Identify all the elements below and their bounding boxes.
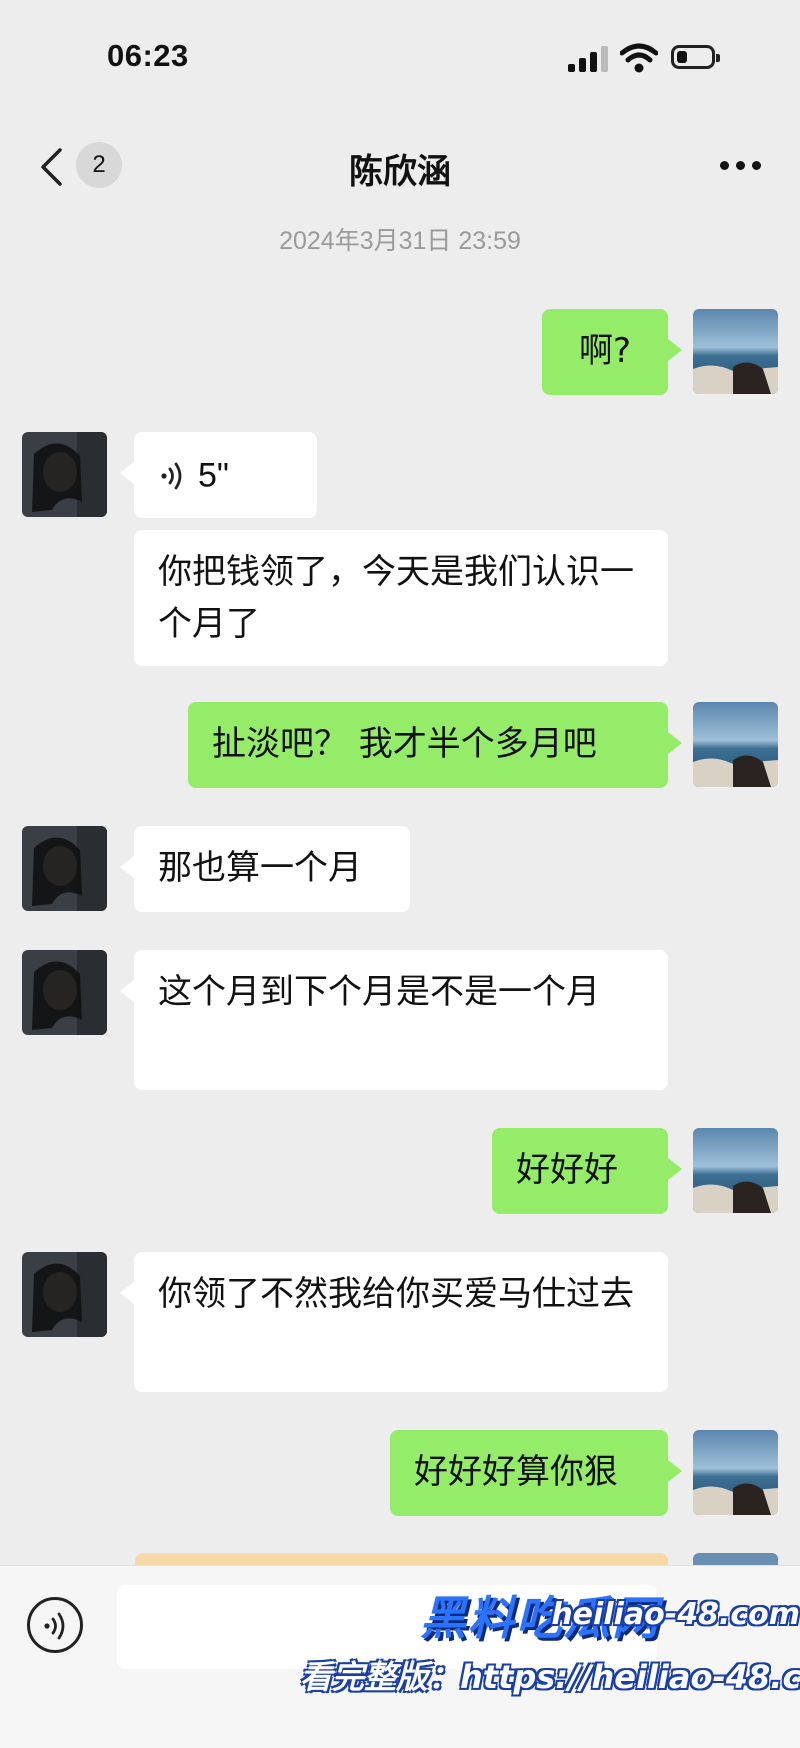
more-dots-icon[interactable]	[716, 158, 766, 172]
contact-avatar[interactable]	[22, 1252, 107, 1337]
message-text: 这个月到下个月是不是一个月	[158, 972, 600, 1012]
message-bubble-received[interactable]: 你把钱领了，今天是我们认识一个月了	[134, 530, 668, 666]
my-avatar[interactable]	[693, 309, 778, 394]
voice-toggle-icon[interactable]	[27, 1597, 83, 1653]
my-avatar[interactable]	[693, 702, 778, 787]
message-text: 啊?	[578, 331, 632, 371]
message-bubble-sent[interactable]: 扯淡吧？ 我才半个多月吧	[188, 702, 682, 788]
message-bubble-received[interactable]: 那也算一个月	[120, 826, 410, 912]
message-text: 扯淡吧？ 我才半个多月吧	[212, 724, 597, 764]
status-bar: 06:23	[0, 0, 800, 110]
message-text: 你把钱领了，今天是我们认识一个月了	[158, 552, 634, 644]
status-time: 06:23	[107, 38, 189, 73]
watermark-domain: heiliao-48.com	[551, 1597, 800, 1632]
message-bubble-received[interactable]: 这个月到下个月是不是一个月	[120, 950, 668, 1090]
message-timestamp: 2024年3月31日 23:59	[279, 227, 521, 255]
message-bubble-received[interactable]: 你领了不然我给你买爱马仕过去	[120, 1252, 668, 1392]
message-bubble-sent[interactable]: 好好好	[492, 1128, 682, 1214]
battery-icon	[671, 45, 720, 69]
message-bubble-sent[interactable]: 好好好算你狠	[390, 1430, 682, 1516]
voice-wave-icon	[161, 462, 182, 489]
my-avatar[interactable]	[693, 1128, 778, 1213]
message-text: 好好好算你狠	[414, 1452, 618, 1492]
voice-duration: 5"	[198, 456, 229, 495]
message-text: 你领了不然我给你买爱马仕过去	[158, 1274, 634, 1314]
contact-avatar[interactable]	[22, 432, 107, 517]
voice-message-bubble[interactable]: 5"	[120, 432, 317, 518]
contact-avatar[interactable]	[22, 826, 107, 911]
watermark-full-version: 看完整版：https://heiliao-48.com	[300, 1658, 800, 1696]
message-text: 好好好	[516, 1150, 618, 1190]
chat-title: 陈欣涵	[349, 152, 451, 192]
contact-avatar[interactable]	[22, 950, 107, 1035]
message-text: 那也算一个月	[158, 848, 362, 888]
my-avatar[interactable]	[693, 1430, 778, 1515]
wifi-icon	[619, 42, 659, 74]
message-bubble-sent[interactable]: 啊?	[542, 309, 682, 395]
signal-icon	[568, 44, 612, 72]
